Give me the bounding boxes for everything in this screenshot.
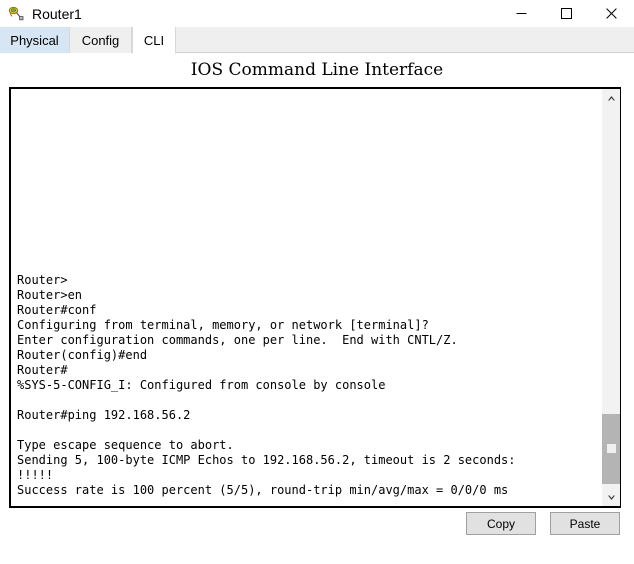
scroll-down-arrow-icon[interactable] <box>602 488 620 506</box>
terminal-line: Router(config)#end <box>17 348 148 362</box>
terminal-line: Router>en <box>17 288 83 302</box>
close-button[interactable] <box>589 0 634 27</box>
minimize-icon <box>516 13 527 14</box>
close-icon <box>606 8 617 19</box>
router-device-icon <box>7 5 25 23</box>
tab-cli-label: CLI <box>143 32 165 48</box>
minimize-button[interactable] <box>499 0 544 27</box>
copy-button[interactable]: Copy <box>466 512 536 535</box>
maximize-icon <box>561 8 572 19</box>
tab-physical-label: Physical <box>10 32 59 48</box>
window-title-bar: Router1 <box>0 0 634 27</box>
terminal-line: Router#ping 192.168.56.2 <box>17 408 191 422</box>
tab-config[interactable]: Config <box>70 27 132 53</box>
tab-config-label: Config <box>81 32 120 48</box>
terminal-line: Sending 5, 100-byte ICMP Echos to 192.16… <box>17 453 516 467</box>
scroll-up-arrow-icon[interactable] <box>602 89 620 107</box>
panel-title: IOS Command Line Interface <box>190 59 444 80</box>
terminal-line: Enter configuration commands, one per li… <box>17 333 458 347</box>
terminal-line: !!!!! <box>17 468 54 482</box>
terminal-line: Router> <box>17 273 68 287</box>
action-button-row: Copy Paste <box>466 512 620 535</box>
maximize-button[interactable] <box>544 0 589 27</box>
tab-cli[interactable]: CLI <box>132 27 176 54</box>
terminal-line: Type escape sequence to abort. <box>17 438 234 452</box>
scrollbar-grip <box>606 444 616 454</box>
terminal-scrollbar[interactable] <box>601 89 620 506</box>
terminal-line: Success rate is 100 percent (5/5), round… <box>17 483 509 497</box>
terminal-line: %SYS-5-CONFIG_I: Configured from console… <box>17 378 386 392</box>
tab-physical[interactable]: Physical <box>0 27 70 53</box>
terminal-line: Router#conf <box>17 303 97 317</box>
window-controls <box>499 0 634 27</box>
terminal-output[interactable]: Router> Router>en Router#conf Configuring f… <box>11 89 601 506</box>
scrollbar-track[interactable] <box>602 107 620 488</box>
window-title: Router1 <box>32 5 82 22</box>
paste-button[interactable]: Paste <box>550 512 620 535</box>
terminal-line: Configuring from terminal, memory, or ne… <box>17 318 429 332</box>
tab-strip: Physical Config CLI <box>0 27 634 54</box>
cli-terminal[interactable]: Router> Router>en Router#conf Configuring f… <box>9 87 621 508</box>
scrollbar-thumb[interactable] <box>602 413 620 485</box>
terminal-line: Router# <box>17 363 68 377</box>
